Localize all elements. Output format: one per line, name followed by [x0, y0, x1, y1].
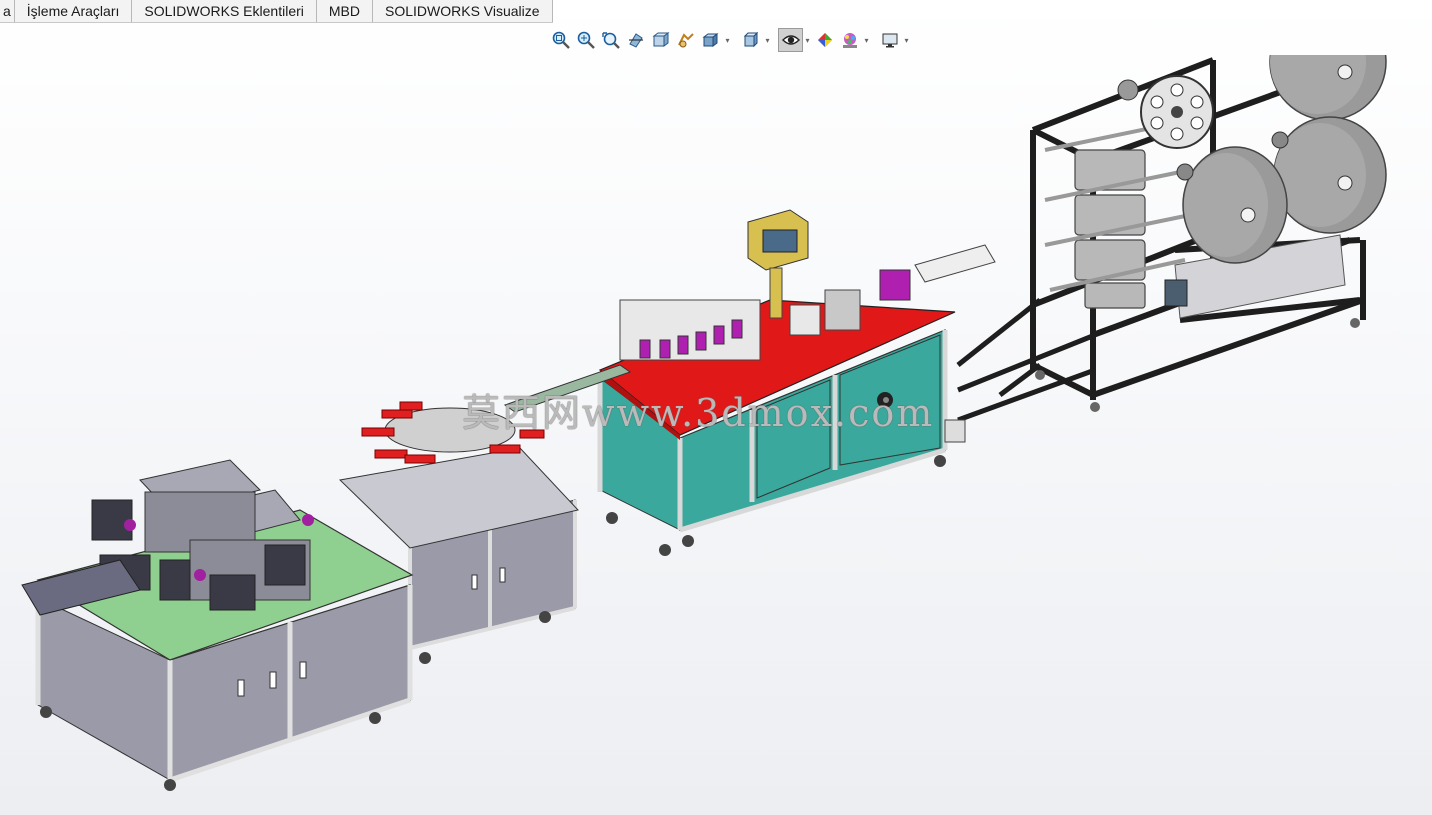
section-view-icon[interactable] — [623, 28, 648, 52]
display-style-dropdown-icon[interactable]: ▾ — [763, 36, 772, 45]
watermark-text: 莫西网www.3dmox.com — [462, 391, 935, 435]
edit-appearance-icon[interactable] — [812, 28, 837, 52]
material-roll — [1269, 55, 1387, 121]
ribbon-tabs: a İşleme Araçları SOLIDWORKS Eklentileri… — [0, 0, 553, 23]
apply-scene-icon[interactable] — [837, 28, 862, 52]
zoom-to-area-icon[interactable] — [573, 28, 598, 52]
zoom-to-fit-icon[interactable] — [548, 28, 573, 52]
ear-loop-station — [21, 401, 579, 791]
dynamic-annotation-icon[interactable] — [648, 28, 673, 52]
tab-solidworks-visualize[interactable]: SOLIDWORKS Visualize — [373, 0, 553, 22]
heads-up-view-toolbar: ▾ ▾ ▾ ▾ ▾ — [548, 27, 911, 53]
material-roll — [1182, 146, 1288, 264]
hide-show-items-icon[interactable] — [778, 28, 803, 52]
view-orientation-extra-icon[interactable] — [673, 28, 698, 52]
roll-feeder-frame — [956, 55, 1387, 423]
previous-view-icon[interactable] — [598, 28, 623, 52]
tab-mbd[interactable]: MBD — [316, 0, 373, 22]
view-orientation-icon[interactable] — [698, 28, 723, 52]
view-settings-dropdown-icon[interactable]: ▾ — [902, 36, 911, 45]
material-roll — [1273, 116, 1387, 234]
tab-solidworks-addins[interactable]: SOLIDWORKS Eklentileri — [132, 0, 317, 22]
display-style-icon[interactable] — [738, 28, 763, 52]
hide-show-dropdown-icon[interactable]: ▾ — [803, 36, 812, 45]
view-orientation-dropdown-icon[interactable]: ▾ — [723, 36, 732, 45]
tab-partial[interactable]: a — [0, 0, 15, 22]
view-settings-icon[interactable] — [877, 28, 902, 52]
tab-machining-tools[interactable]: İşleme Araçları — [14, 0, 133, 22]
apply-scene-dropdown-icon[interactable]: ▾ — [862, 36, 871, 45]
